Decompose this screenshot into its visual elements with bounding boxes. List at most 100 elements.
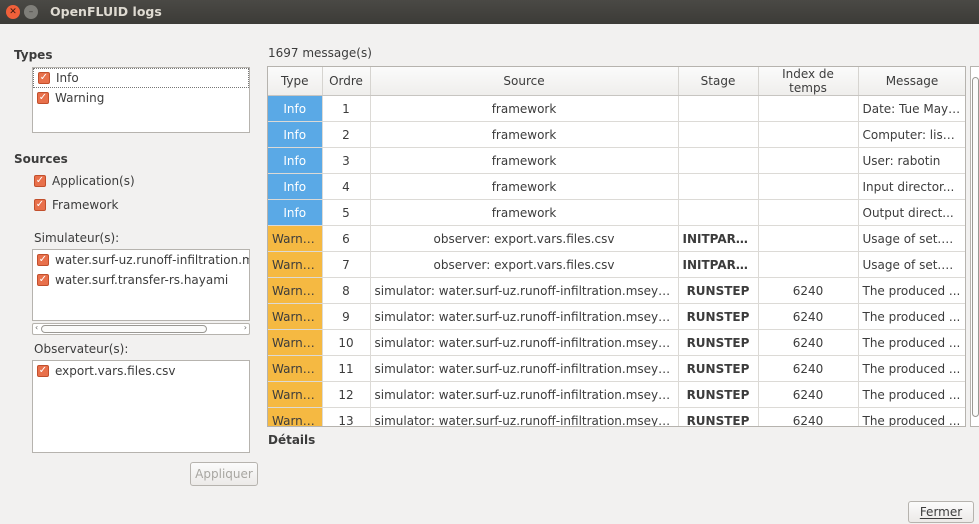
cell-message: Output direct... [858, 199, 965, 226]
checkbox-checked-icon[interactable]: ✓ [34, 175, 46, 187]
table-vertical-scrollbar[interactable] [970, 66, 979, 427]
cell-type: Warning [268, 407, 323, 426]
cell-type: Info [268, 95, 323, 122]
table-header-row: Type Ordre Source Stage Index de temps M… [268, 67, 965, 96]
cell-order: 12 [322, 381, 371, 408]
cell-type: Info [268, 121, 323, 148]
cell-order: 7 [322, 251, 371, 278]
column-header-time-index[interactable]: Index de temps [758, 67, 859, 96]
window-title: OpenFLUID logs [50, 4, 162, 19]
cell-order: 6 [322, 225, 371, 252]
table-row[interactable]: Warning 12 simulator: water.surf-uz.runo… [268, 381, 965, 408]
table-row[interactable]: Warning 10 simulator: water.surf-uz.runo… [268, 329, 965, 356]
cell-time-index: 6240 [758, 303, 859, 330]
cell-message: The produced ... [858, 355, 965, 382]
table-row[interactable]: Warning 13 simulator: water.surf-uz.runo… [268, 407, 965, 426]
cell-order: 1 [322, 95, 371, 122]
cell-message: Input director... [858, 173, 965, 200]
cell-source: simulator: water.surf-uz.runoff-infiltra… [370, 407, 679, 426]
cell-time-index [758, 173, 859, 200]
column-header-stage[interactable]: Stage [678, 67, 759, 96]
cell-type: Warning [268, 225, 323, 252]
cell-type: Info [268, 199, 323, 226]
checkbox-checked-icon[interactable]: ✓ [37, 92, 49, 104]
simulators-label: Simulateur(s): [34, 231, 120, 245]
cell-stage: RUNSTEP [678, 303, 759, 330]
message-count: 1697 message(s) [268, 46, 372, 60]
column-header-type[interactable]: Type [268, 67, 323, 96]
checkbox-checked-icon[interactable]: ✓ [37, 274, 49, 286]
cell-stage: RUNSTEP [678, 355, 759, 382]
checkbox-checked-icon[interactable]: ✓ [37, 254, 49, 266]
cell-source: framework [370, 199, 679, 226]
cell-time-index [758, 95, 859, 122]
column-header-message[interactable]: Message [858, 67, 965, 96]
table-row[interactable]: Warning 8 simulator: water.surf-uz.runof… [268, 277, 965, 304]
column-header-order[interactable]: Ordre [322, 67, 371, 96]
checkbox-checked-icon[interactable]: ✓ [34, 199, 46, 211]
scrollbar-thumb[interactable] [41, 325, 207, 333]
cell-stage: RUNSTEP [678, 277, 759, 304]
source-application-checkbox[interactable]: ✓ Application(s) [34, 172, 135, 190]
close-window-icon[interactable]: ✕ [6, 5, 20, 19]
cell-time-index [758, 147, 859, 174]
cell-type: Warning [268, 355, 323, 382]
cell-type: Warning [268, 329, 323, 356]
minimize-window-icon[interactable]: – [24, 5, 38, 19]
cell-order: 9 [322, 303, 371, 330]
scroll-right-icon[interactable]: › [244, 323, 247, 332]
table-row[interactable]: Warning 7 observer: export.vars.files.cs… [268, 251, 965, 278]
column-header-source[interactable]: Source [370, 67, 679, 96]
table-row[interactable]: Warning 6 observer: export.vars.files.cs… [268, 225, 965, 252]
cell-source: simulator: water.surf-uz.runoff-infiltra… [370, 329, 679, 356]
table-row[interactable]: Info 4 framework Input director... [268, 173, 965, 200]
scrollbar-thumb[interactable] [972, 77, 979, 417]
table-row[interactable]: Warning 11 simulator: water.surf-uz.runo… [268, 355, 965, 382]
table-row[interactable]: Info 2 framework Computer: lisa... [268, 121, 965, 148]
simulator-item[interactable]: ✓ water.surf.transfer-rs.hayami [33, 270, 249, 290]
cell-type: Warning [268, 303, 323, 330]
cell-message: Computer: lisa... [858, 121, 965, 148]
cell-stage: INITPARAMS [678, 251, 759, 278]
close-button[interactable]: Fermer [908, 501, 974, 523]
cell-stage: INITPARAMS [678, 225, 759, 252]
table-row[interactable]: Info 1 framework Date: Tue May ... [268, 95, 965, 122]
apply-button[interactable]: Appliquer [190, 462, 258, 486]
cell-time-index: 6240 [758, 355, 859, 382]
cell-order: 10 [322, 329, 371, 356]
simulators-list: ✓ water.surf-uz.runoff-infiltration.m ✓ … [32, 249, 250, 321]
cell-source: simulator: water.surf-uz.runoff-infiltra… [370, 303, 679, 330]
cell-message: The produced ... [858, 303, 965, 330]
cell-source: simulator: water.surf-uz.runoff-infiltra… [370, 277, 679, 304]
scroll-left-icon[interactable]: ‹ [35, 323, 38, 332]
cell-source: observer: export.vars.files.csv [370, 225, 679, 252]
table-row[interactable]: Warning 9 simulator: water.surf-uz.runof… [268, 303, 965, 330]
simulators-horizontal-scrollbar[interactable]: ‹ › [32, 323, 250, 335]
cell-message: The produced ... [858, 381, 965, 408]
cell-stage [678, 199, 759, 226]
source-framework-label: Framework [52, 198, 119, 212]
observer-item[interactable]: ✓ export.vars.files.csv [33, 361, 249, 381]
log-table: Type Ordre Source Stage Index de temps M… [267, 66, 966, 427]
cell-source: framework [370, 147, 679, 174]
cell-type: Warning [268, 381, 323, 408]
type-item-info[interactable]: ✓ Info [33, 68, 249, 88]
type-item-warning[interactable]: ✓ Warning [33, 88, 249, 108]
cell-message: Date: Tue May ... [858, 95, 965, 122]
table-row[interactable]: Info 3 framework User: rabotin [268, 147, 965, 174]
source-framework-checkbox[interactable]: ✓ Framework [34, 196, 118, 214]
cell-message: The produced ... [858, 277, 965, 304]
cell-stage [678, 121, 759, 148]
checkbox-checked-icon[interactable]: ✓ [38, 72, 50, 84]
cell-time-index: 6240 [758, 381, 859, 408]
simulator-item[interactable]: ✓ water.surf-uz.runoff-infiltration.m [33, 250, 249, 270]
cell-type: Info [268, 173, 323, 200]
cell-stage: RUNSTEP [678, 407, 759, 426]
cell-time-index: 6240 [758, 407, 859, 426]
source-application-label: Application(s) [52, 174, 135, 188]
table-row[interactable]: Info 5 framework Output direct... [268, 199, 965, 226]
title-bar: ✕ – OpenFLUID logs [0, 0, 979, 24]
simulator-item-label: water.surf.transfer-rs.hayami [55, 273, 229, 287]
checkbox-checked-icon[interactable]: ✓ [37, 365, 49, 377]
cell-source: observer: export.vars.files.csv [370, 251, 679, 278]
